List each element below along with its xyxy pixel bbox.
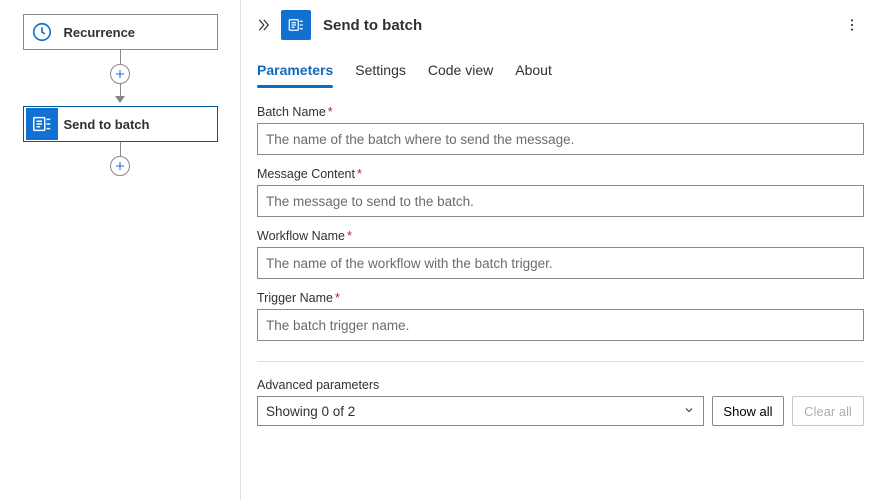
batch-icon bbox=[26, 108, 58, 140]
field-label: Workflow Name* bbox=[257, 229, 864, 243]
workflow-node-recurrence[interactable]: Recurrence bbox=[23, 14, 218, 50]
advanced-parameters-select[interactable]: Showing 0 of 2 bbox=[257, 396, 704, 426]
panel-title: Send to batch bbox=[323, 17, 840, 34]
show-all-button[interactable]: Show all bbox=[712, 396, 784, 426]
field-workflow-name: Workflow Name* bbox=[257, 229, 864, 279]
advanced-parameters-row: Showing 0 of 2 Show all Clear all bbox=[257, 396, 864, 426]
workflow-canvas: Recurrence Send to batch bbox=[0, 0, 240, 500]
field-message-content: Message Content* bbox=[257, 167, 864, 217]
batch-name-input[interactable] bbox=[257, 123, 864, 155]
parameters-form: Batch Name* Message Content* Workflow Na… bbox=[241, 89, 880, 500]
workflow-node-label: Recurrence bbox=[60, 25, 136, 40]
chevron-down-icon bbox=[683, 404, 695, 419]
collapse-panel-button[interactable] bbox=[251, 13, 275, 37]
more-menu-button[interactable] bbox=[840, 13, 864, 37]
action-config-panel: Send to batch Parameters Settings Code v… bbox=[240, 0, 880, 500]
advanced-parameters-label: Advanced parameters bbox=[257, 378, 864, 392]
message-content-input[interactable] bbox=[257, 185, 864, 217]
tab-parameters[interactable]: Parameters bbox=[257, 56, 333, 88]
recurrence-icon bbox=[26, 16, 58, 48]
workflow-connector bbox=[110, 50, 130, 106]
tab-code-view[interactable]: Code view bbox=[428, 56, 493, 88]
field-label: Message Content* bbox=[257, 167, 864, 181]
workflow-end bbox=[110, 142, 130, 176]
panel-header: Send to batch bbox=[241, 0, 880, 50]
workflow-name-input[interactable] bbox=[257, 247, 864, 279]
field-trigger-name: Trigger Name* bbox=[257, 291, 864, 341]
workflow-node-label: Send to batch bbox=[60, 117, 150, 132]
arrow-down-icon bbox=[115, 96, 125, 106]
field-label: Trigger Name* bbox=[257, 291, 864, 305]
tab-about[interactable]: About bbox=[515, 56, 552, 88]
divider bbox=[257, 361, 864, 362]
add-step-button[interactable] bbox=[110, 64, 130, 84]
batch-icon bbox=[281, 10, 311, 40]
field-label: Batch Name* bbox=[257, 105, 864, 119]
panel-tabs: Parameters Settings Code view About bbox=[241, 50, 880, 89]
tab-settings[interactable]: Settings bbox=[355, 56, 406, 88]
workflow-node-send-to-batch[interactable]: Send to batch bbox=[23, 106, 218, 142]
trigger-name-input[interactable] bbox=[257, 309, 864, 341]
advanced-select-value: Showing 0 of 2 bbox=[266, 404, 355, 419]
clear-all-button: Clear all bbox=[792, 396, 864, 426]
field-batch-name: Batch Name* bbox=[257, 105, 864, 155]
add-step-button[interactable] bbox=[110, 156, 130, 176]
